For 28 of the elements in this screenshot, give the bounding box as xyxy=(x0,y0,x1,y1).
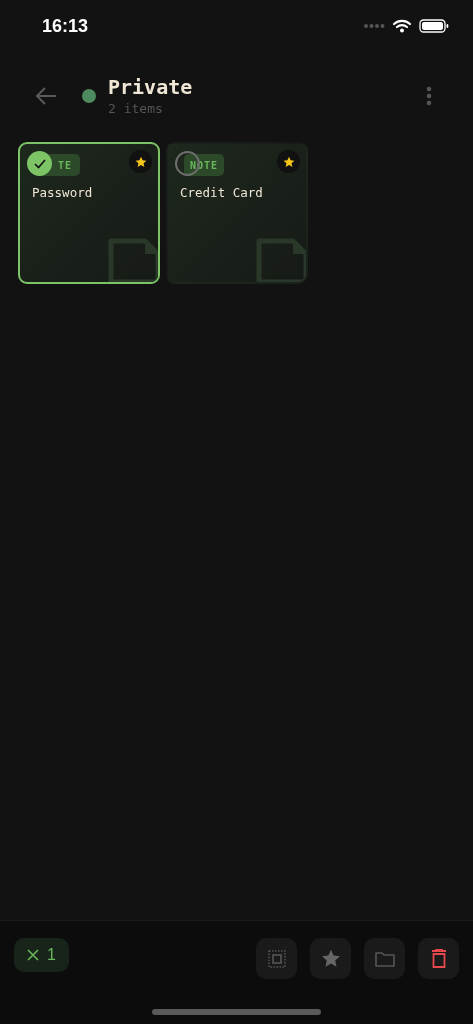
selection-count-chip[interactable]: 1 xyxy=(14,938,69,972)
favorite-button[interactable] xyxy=(310,938,351,979)
star-icon xyxy=(320,949,341,968)
note-title: Credit Card xyxy=(180,184,263,202)
folder-title: Private xyxy=(108,74,193,100)
back-arrow-icon xyxy=(35,87,57,105)
folder-icon xyxy=(374,950,395,967)
document-icon xyxy=(108,238,158,282)
item-count: 2 items xyxy=(108,100,164,118)
signal-icon xyxy=(363,23,385,29)
more-icon xyxy=(426,86,432,106)
status-time: 16:13 xyxy=(42,14,89,38)
selection-count: 1 xyxy=(47,945,56,965)
trash-icon xyxy=(430,949,447,968)
note-title: Password xyxy=(32,184,93,202)
close-icon xyxy=(27,949,39,961)
star-icon xyxy=(282,155,295,168)
selection-checkbox[interactable] xyxy=(27,151,52,176)
select-all-icon xyxy=(267,949,286,968)
wifi-icon xyxy=(393,19,411,33)
battery-icon xyxy=(419,19,449,33)
note-card[interactable]: TE Password xyxy=(18,142,160,284)
move-button[interactable] xyxy=(364,938,405,979)
document-icon xyxy=(256,238,306,282)
delete-button[interactable] xyxy=(418,938,459,979)
check-icon xyxy=(33,158,46,169)
select-all-button[interactable] xyxy=(256,938,297,979)
star-icon xyxy=(134,155,147,168)
